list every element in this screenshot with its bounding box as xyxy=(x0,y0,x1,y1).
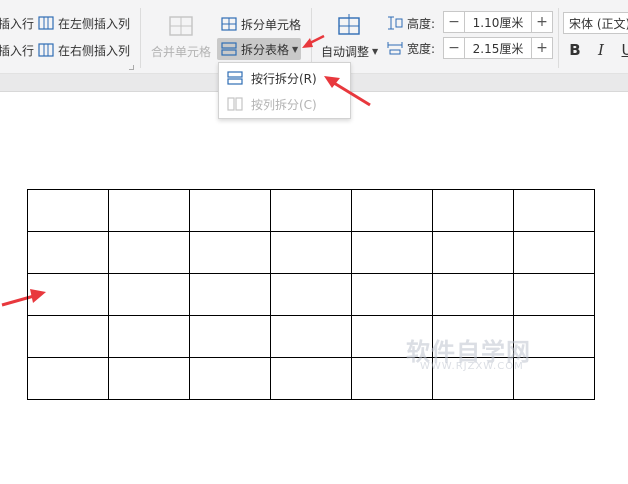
split-by-row-label: 按行拆分(R) xyxy=(251,71,317,86)
decrease-height-button[interactable]: − xyxy=(444,12,464,32)
table-cell[interactable] xyxy=(513,189,595,232)
table-cell[interactable] xyxy=(270,315,352,358)
italic-button[interactable]: I xyxy=(592,40,610,60)
table-cell[interactable] xyxy=(108,231,190,274)
auto-fit-icon xyxy=(336,14,362,38)
annotation-arrow-icon xyxy=(324,76,371,107)
table-cell[interactable] xyxy=(270,273,352,316)
split-by-col-icon xyxy=(227,97,243,111)
bold-button[interactable]: B xyxy=(566,40,584,60)
merge-cells-icon xyxy=(168,15,194,37)
table-cell[interactable] xyxy=(351,189,433,232)
split-table-button[interactable]: 拆分表格 ▼ xyxy=(217,38,301,60)
table-cell[interactable] xyxy=(270,357,352,400)
watermark-url: WWW.RJZXW.COM xyxy=(420,361,524,372)
table-cell[interactable] xyxy=(189,315,271,358)
insert-col-left-label: 在左侧插入列 xyxy=(58,16,131,31)
table-cell[interactable] xyxy=(351,231,433,274)
insert-col-left-icon xyxy=(38,16,54,30)
table-cell[interactable] xyxy=(513,231,595,274)
table-cell[interactable] xyxy=(432,231,514,274)
table-cell[interactable] xyxy=(513,273,595,316)
insert-col-right-button[interactable]: 在右侧插入列 xyxy=(38,40,130,60)
col-width-label: 宽度: xyxy=(387,38,435,58)
col-width-input[interactable]: 2.15厘米 xyxy=(464,38,532,58)
group-divider xyxy=(140,8,141,68)
table-cell[interactable] xyxy=(189,189,271,232)
table-cell[interactable] xyxy=(27,231,109,274)
table-cell[interactable] xyxy=(432,273,514,316)
annotation-arrow-icon xyxy=(302,34,325,48)
table-row xyxy=(27,273,595,316)
table-cell[interactable] xyxy=(27,273,109,316)
table-cell[interactable] xyxy=(108,357,190,400)
width-label-text: 宽度: xyxy=(407,41,436,56)
split-cells-label: 拆分单元格 xyxy=(241,17,302,32)
increase-width-button[interactable]: + xyxy=(532,38,552,58)
table-cell[interactable] xyxy=(270,231,352,274)
insert-row-above-button[interactable]: 插入行 xyxy=(0,13,34,33)
split-table-icon xyxy=(221,42,237,56)
table-cell[interactable] xyxy=(189,357,271,400)
group-divider xyxy=(558,8,559,68)
auto-fit-button[interactable]: 自动调整 ▼ xyxy=(321,41,378,61)
font-family-value: 宋体 (正文) xyxy=(569,16,628,31)
table-cell[interactable] xyxy=(189,231,271,274)
split-cells-icon xyxy=(221,17,237,31)
underline-button[interactable]: U xyxy=(618,40,628,60)
table-row xyxy=(27,189,595,232)
insert-col-left-button[interactable]: 在左侧插入列 xyxy=(38,13,130,33)
row-height-stepper[interactable]: − 1.10厘米 + xyxy=(443,11,553,33)
split-by-row-icon xyxy=(227,71,243,85)
insert-row-below-button[interactable]: 插入行 xyxy=(0,40,34,60)
table-cell[interactable] xyxy=(27,189,109,232)
row-height-input[interactable]: 1.10厘米 xyxy=(464,12,532,32)
auto-fit-label: 自动调整 xyxy=(321,44,370,59)
merge-cells-button[interactable]: 合并单元格 xyxy=(151,41,211,61)
col-width-icon xyxy=(387,42,403,55)
table-cell[interactable] xyxy=(189,273,271,316)
table-cell[interactable] xyxy=(108,189,190,232)
split-cells-button[interactable]: 拆分单元格 xyxy=(221,14,301,34)
merge-cells-label: 合并单元格 xyxy=(151,44,212,59)
height-label-text: 高度: xyxy=(407,16,436,31)
chevron-down-icon: ▼ xyxy=(372,46,379,56)
table-cell[interactable] xyxy=(108,273,190,316)
split-table-label: 拆分表格 xyxy=(241,42,290,57)
insert-col-right-icon xyxy=(38,43,54,57)
table-cell[interactable] xyxy=(27,357,109,400)
insert-col-right-label: 在右侧插入列 xyxy=(58,43,131,58)
col-width-stepper[interactable]: − 2.15厘米 + xyxy=(443,37,553,59)
decrease-width-button[interactable]: − xyxy=(444,38,464,58)
table-cell[interactable] xyxy=(27,315,109,358)
split-by-col-label: 按列拆分(C) xyxy=(251,97,317,112)
row-height-label: 高度: xyxy=(387,13,435,33)
table-cell[interactable] xyxy=(351,273,433,316)
row-height-icon xyxy=(388,16,403,30)
table-cell[interactable] xyxy=(108,315,190,358)
insert-row-above-label: 插入行 xyxy=(0,16,35,31)
insert-row-below-label: 插入行 xyxy=(0,43,35,58)
group-launcher-icon[interactable] xyxy=(129,65,134,70)
table-cell[interactable] xyxy=(270,189,352,232)
font-family-select[interactable]: 宋体 (正文) xyxy=(563,12,628,34)
table-row xyxy=(27,231,595,274)
increase-height-button[interactable]: + xyxy=(532,12,552,32)
table-cell[interactable] xyxy=(432,189,514,232)
